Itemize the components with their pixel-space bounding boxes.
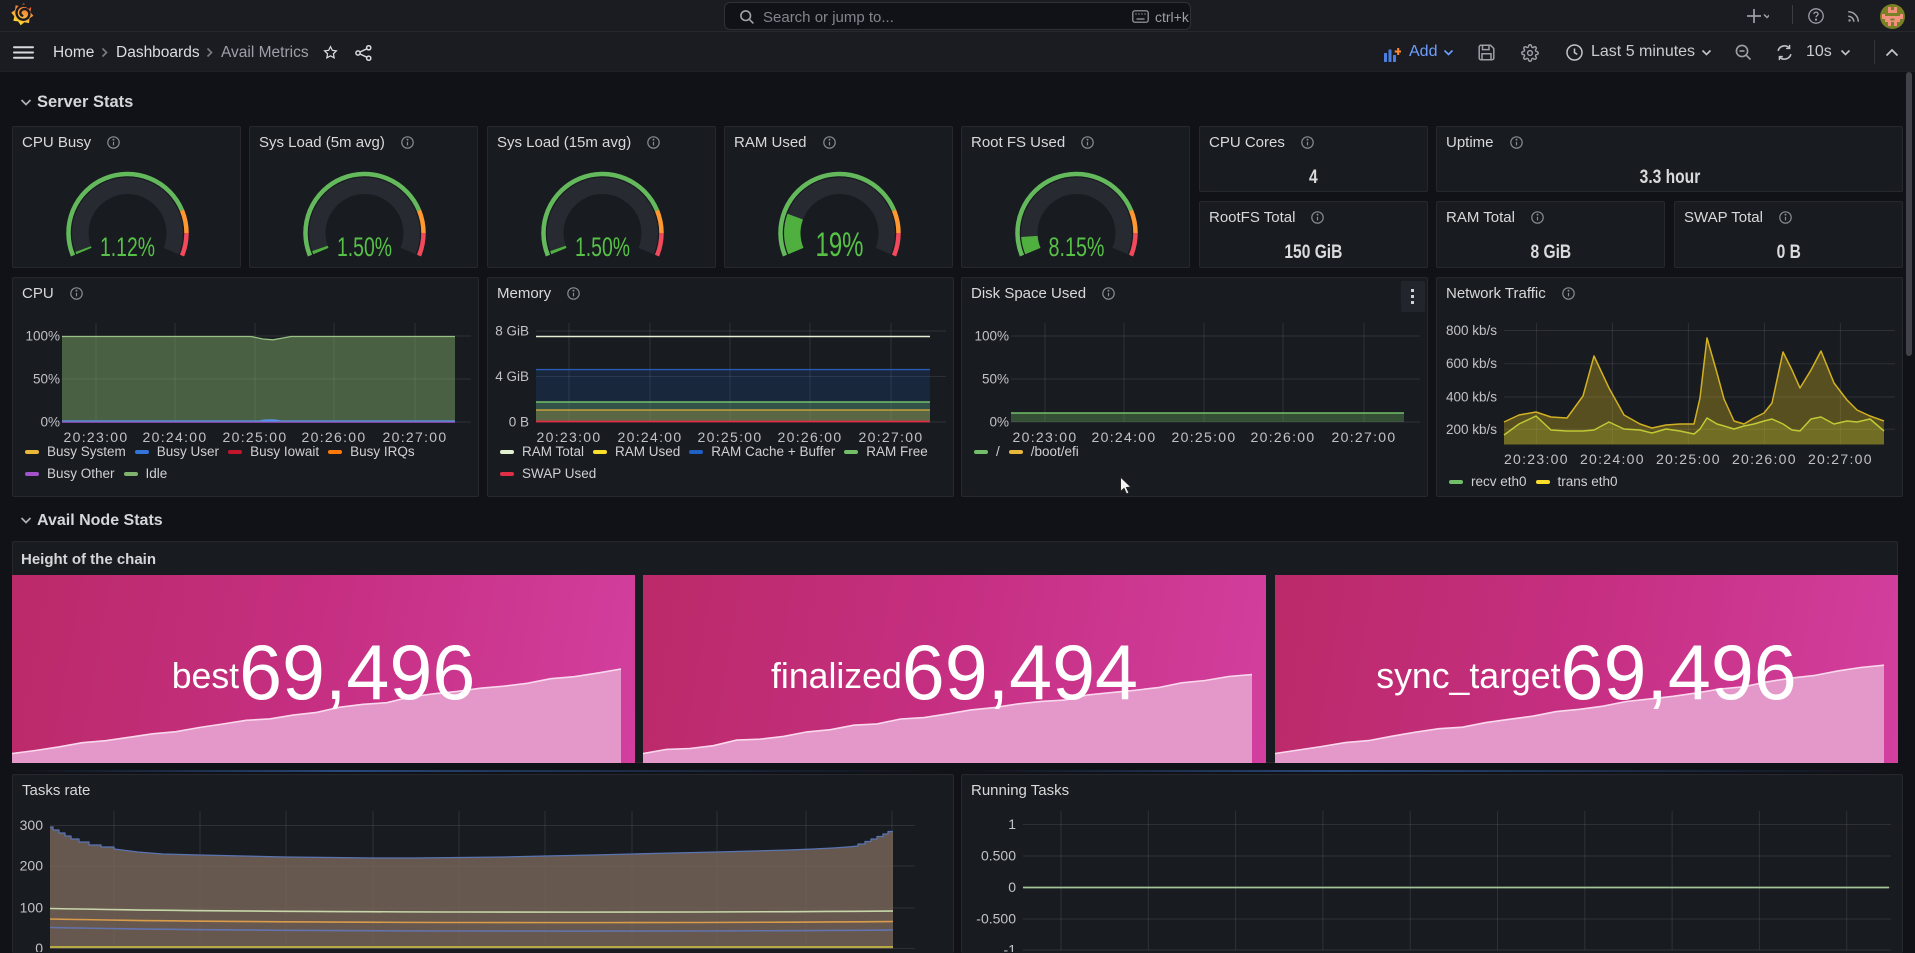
- svg-text:20:25:00: 20:25:00: [223, 429, 288, 445]
- svg-text:1.50%: 1.50%: [575, 232, 630, 262]
- svg-text:50%: 50%: [982, 372, 1009, 387]
- svg-text:20:27:00: 20:27:00: [1808, 451, 1873, 467]
- svg-text:800 kb/s: 800 kb/s: [1446, 323, 1497, 338]
- svg-text:-0.500: -0.500: [976, 911, 1016, 927]
- svg-text:1: 1: [1008, 816, 1016, 832]
- svg-text:300: 300: [20, 817, 44, 833]
- svg-text:19%: 19%: [816, 226, 864, 264]
- svg-text:600 kb/s: 600 kb/s: [1446, 356, 1497, 371]
- svg-text:0%: 0%: [989, 415, 1009, 430]
- svg-text:8.15%: 8.15%: [1049, 232, 1105, 262]
- svg-text:20:25:00: 20:25:00: [1172, 429, 1237, 445]
- svg-text:20:24:00: 20:24:00: [1580, 451, 1645, 467]
- svg-text:20:26:00: 20:26:00: [1251, 429, 1316, 445]
- svg-text:20:23:00: 20:23:00: [1013, 429, 1078, 445]
- svg-text:50%: 50%: [33, 372, 60, 387]
- svg-text:20:23:00: 20:23:00: [64, 429, 129, 445]
- svg-text:100%: 100%: [974, 329, 1009, 344]
- svg-text:100: 100: [20, 900, 44, 916]
- svg-text:20:26:00: 20:26:00: [302, 429, 367, 445]
- svg-text:20:25:00: 20:25:00: [1656, 451, 1721, 467]
- svg-text:0: 0: [1008, 879, 1016, 895]
- svg-text:20:27:00: 20:27:00: [859, 429, 924, 445]
- svg-text:1.12%: 1.12%: [100, 232, 155, 262]
- svg-text:20:27:00: 20:27:00: [1332, 429, 1397, 445]
- svg-text:20:27:00: 20:27:00: [383, 429, 448, 445]
- svg-text:20:26:00: 20:26:00: [1732, 451, 1797, 467]
- svg-text:20:24:00: 20:24:00: [618, 429, 683, 445]
- svg-text:0: 0: [35, 940, 43, 952]
- svg-text:0 B: 0 B: [509, 415, 529, 430]
- svg-text:200: 200: [20, 858, 44, 874]
- svg-text:100%: 100%: [25, 329, 60, 344]
- svg-text:-1: -1: [1004, 942, 1017, 953]
- svg-text:20:24:00: 20:24:00: [143, 429, 208, 445]
- svg-text:200 kb/s: 200 kb/s: [1446, 422, 1497, 437]
- svg-text:8 GiB: 8 GiB: [495, 324, 529, 339]
- svg-text:20:24:00: 20:24:00: [1092, 429, 1157, 445]
- svg-text:20:23:00: 20:23:00: [537, 429, 602, 445]
- svg-text:0%: 0%: [40, 415, 60, 430]
- svg-text:20:26:00: 20:26:00: [778, 429, 843, 445]
- svg-text:20:23:00: 20:23:00: [1504, 451, 1569, 467]
- svg-text:0.500: 0.500: [981, 848, 1016, 864]
- svg-text:4 GiB: 4 GiB: [495, 369, 529, 384]
- svg-text:400 kb/s: 400 kb/s: [1446, 390, 1497, 405]
- svg-text:1.50%: 1.50%: [337, 232, 392, 262]
- svg-text:20:25:00: 20:25:00: [698, 429, 763, 445]
